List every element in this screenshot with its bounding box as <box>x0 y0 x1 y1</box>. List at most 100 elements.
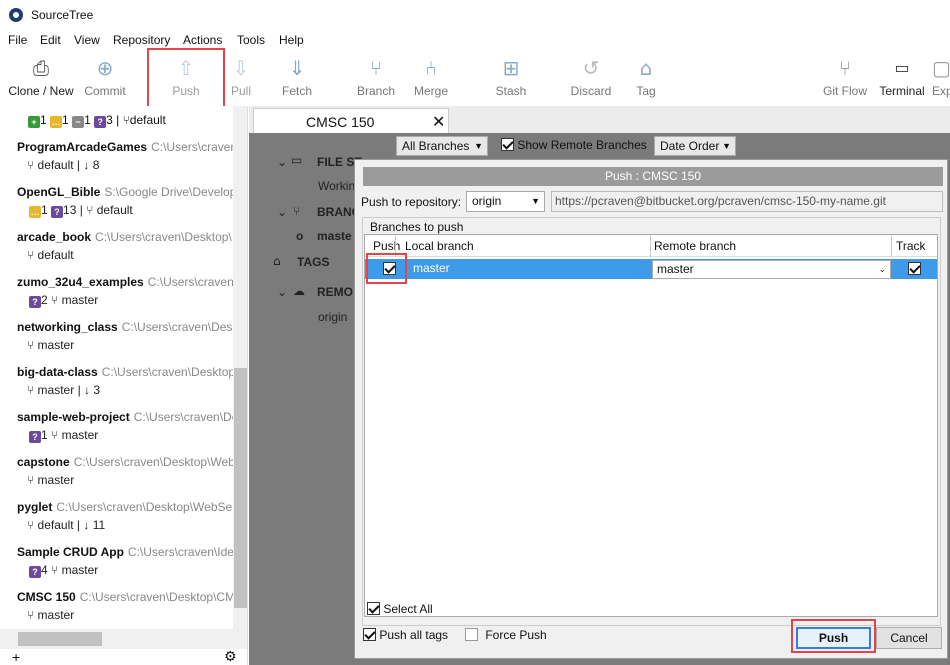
sidebar-footer: + ⚙ <box>0 649 247 665</box>
branch-icon: ⑂ <box>27 473 35 487</box>
remotes-header[interactable]: REMO <box>317 285 353 299</box>
clone-new-button[interactable]: ⎙ Clone / New <box>6 50 76 106</box>
branch-filter-dropdown[interactable]: All Branches ▼ <box>396 136 488 156</box>
tab-title: CMSC 150 <box>306 114 375 130</box>
menu-help[interactable]: Help <box>279 33 304 47</box>
terminal-button[interactable]: ▭ Terminal <box>876 50 928 106</box>
repo-item[interactable]: OpenGL_Bible S:\Google Drive\Develop … 1 ?… <box>17 185 237 218</box>
repo-path: S:\Google Drive\Develop <box>104 185 237 199</box>
untracked-count: 1 <box>41 428 48 442</box>
collapse-icon[interactable]: ⌄ <box>277 285 287 299</box>
repo-item[interactable]: networking_class C:\Users\craven\Desk ⑂ m… <box>17 320 238 352</box>
merge-button[interactable]: ⑃ Merge <box>410 50 452 106</box>
explorer-button[interactable]: ▢ Exp <box>932 50 950 106</box>
first-repo-status[interactable]: +1 … 1 −1 ? 3 | ⑂default <box>28 113 166 128</box>
repo-name: networking_class <box>17 320 118 334</box>
untracked-count: 13 <box>63 203 77 217</box>
sort-order-value: Date Order <box>660 139 720 153</box>
chevron-down-icon: ▼ <box>474 141 483 151</box>
table-row[interactable]: master master ⌄ <box>365 259 937 279</box>
repository-select[interactable]: origin ▼ <box>466 191 545 212</box>
repo-name: ProgramArcadeGames <box>17 140 148 154</box>
behind-count: ↓ 3 <box>84 383 101 397</box>
force-push-checkbox[interactable]: Force Push <box>465 628 547 642</box>
tab-cmsc-150[interactable]: CMSC 150 ✕ <box>253 108 449 133</box>
untracked-badge-icon: ? <box>94 116 107 128</box>
branch-icon: ⑂ <box>370 56 382 80</box>
branch-label: Branch <box>356 84 396 98</box>
column-track: Track <box>896 239 926 253</box>
repo-name: big-data-class <box>17 365 98 379</box>
cancel-button[interactable]: Cancel <box>876 627 942 649</box>
terminal-label: Terminal <box>879 84 925 98</box>
branch-icon: ⑂ <box>51 563 59 577</box>
tags-header[interactable]: TAGS <box>297 255 329 269</box>
untracked-count: 4 <box>41 563 48 577</box>
tag-button[interactable]: ⌂ Tag <box>630 50 662 106</box>
repo-item[interactable]: zumo_32u4_examples C:\Users\craven ? 2 ⑂ m… <box>17 275 234 308</box>
toolbar: ⎙ Clone / New ⊕ Commit ⇧ Push ⇩ Pull ⇓ F… <box>0 50 950 106</box>
discard-button[interactable]: ↺ Discard <box>568 50 614 106</box>
collapse-icon[interactable]: ⌄ <box>277 155 287 169</box>
repo-item[interactable]: CMSC 150 C:\Users\craven\Desktop\CM ⑂ mas… <box>17 590 235 622</box>
horizontal-scroll-thumb[interactable] <box>18 632 102 646</box>
repo-path: C:\Users\craven\Desktop\ <box>95 230 232 244</box>
untracked-badge-icon: ? <box>51 206 64 218</box>
repo-item[interactable]: ProgramArcadeGames C:\Users\craven ⑂ defa… <box>17 140 237 172</box>
repo-name: capstone <box>17 455 70 469</box>
collapse-icon[interactable]: ⌄ <box>277 205 287 219</box>
menu-actions[interactable]: Actions <box>183 33 222 47</box>
repo-item[interactable]: capstone C:\Users\craven\Desktop\Web ⑂ ma… <box>17 455 235 487</box>
repo-item[interactable]: big-data-class C:\Users\craven\Desktop ⑂ … <box>17 365 236 397</box>
branch-name: master <box>61 428 99 442</box>
track-checkbox[interactable] <box>908 262 921 275</box>
repo-name: pyglet <box>17 500 53 514</box>
repo-name: CMSC 150 <box>17 590 76 604</box>
menu-bar: File Edit View Repository Actions Tools … <box>0 30 950 50</box>
repository-sidebar: +1 … 1 −1 ? 3 | ⑂default ProgramArcadeGame… <box>0 106 248 665</box>
add-repo-icon[interactable]: + <box>12 649 20 665</box>
commit-button[interactable]: ⊕ Commit <box>80 50 130 106</box>
checkbox-icon <box>501 138 514 151</box>
menu-view[interactable]: View <box>74 33 100 47</box>
branch-icon: ⑂ <box>27 383 35 397</box>
select-all-checkbox[interactable]: Select All <box>367 602 433 616</box>
repo-item[interactable]: sample-web-project C:\Users\craven\De ? 1 … <box>17 410 239 443</box>
branch-name: default <box>37 518 74 532</box>
stash-button[interactable]: ⊞ Stash <box>490 50 532 106</box>
vertical-scroll-thumb[interactable] <box>234 368 247 608</box>
working-copy-item[interactable]: Workin <box>318 179 355 193</box>
clone-new-label: Clone / New <box>8 84 74 98</box>
remote-url-field[interactable]: https://pcraven@bitbucket.org/pcraven/cm… <box>551 191 943 212</box>
repo-path: C:\Users\craven\Desktop <box>101 365 236 379</box>
repo-path: C:\Users\craven\Idea <box>127 545 241 559</box>
clone-icon: ⎙ <box>33 56 49 80</box>
branch-icon: ⑂ <box>27 158 35 172</box>
remote-branch-select[interactable]: master ⌄ <box>652 260 891 279</box>
repo-path: C:\Users\craven\De <box>133 410 239 424</box>
untracked-count: 2 <box>41 293 48 307</box>
push-all-tags-checkbox[interactable]: Push all tags <box>363 628 448 642</box>
repo-item[interactable]: Sample CRUD App C:\Users\craven\Idea ? 4 ⑂… <box>17 545 241 578</box>
pull-button[interactable]: ⇩ Pull <box>222 50 260 106</box>
repo-item[interactable]: pyglet C:\Users\craven\Desktop\WebSe ⑂ de… <box>17 500 232 532</box>
git-flow-button[interactable]: ⑂ Git Flow <box>820 50 870 106</box>
menu-tools[interactable]: Tools <box>237 33 265 47</box>
fetch-button[interactable]: ⇓ Fetch <box>275 50 319 106</box>
sort-order-dropdown[interactable]: Date Order ▼ <box>654 136 736 156</box>
chevron-down-icon: ▼ <box>722 141 731 151</box>
settings-gear-icon[interactable]: ⚙ <box>224 649 237 665</box>
menu-repository[interactable]: Repository <box>113 33 170 47</box>
branch-master-item[interactable]: maste <box>317 229 352 243</box>
menu-file[interactable]: File <box>8 33 27 47</box>
removed-badge-icon: − <box>72 116 85 128</box>
chevron-down-icon: ▼ <box>531 196 540 206</box>
remote-origin-item[interactable]: origin <box>318 310 347 324</box>
modified-count: 1 <box>41 203 48 217</box>
menu-edit[interactable]: Edit <box>40 33 61 47</box>
repo-item[interactable]: arcade_book C:\Users\craven\Desktop\ ⑂ de… <box>17 230 232 262</box>
branch-button[interactable]: ⑂ Branch <box>354 50 398 106</box>
show-remote-branches-checkbox[interactable]: Show Remote Branches <box>501 138 647 152</box>
close-tab-icon[interactable]: ✕ <box>432 112 445 131</box>
branches-grid: Push Local branch Remote branch Track ma… <box>364 234 938 617</box>
